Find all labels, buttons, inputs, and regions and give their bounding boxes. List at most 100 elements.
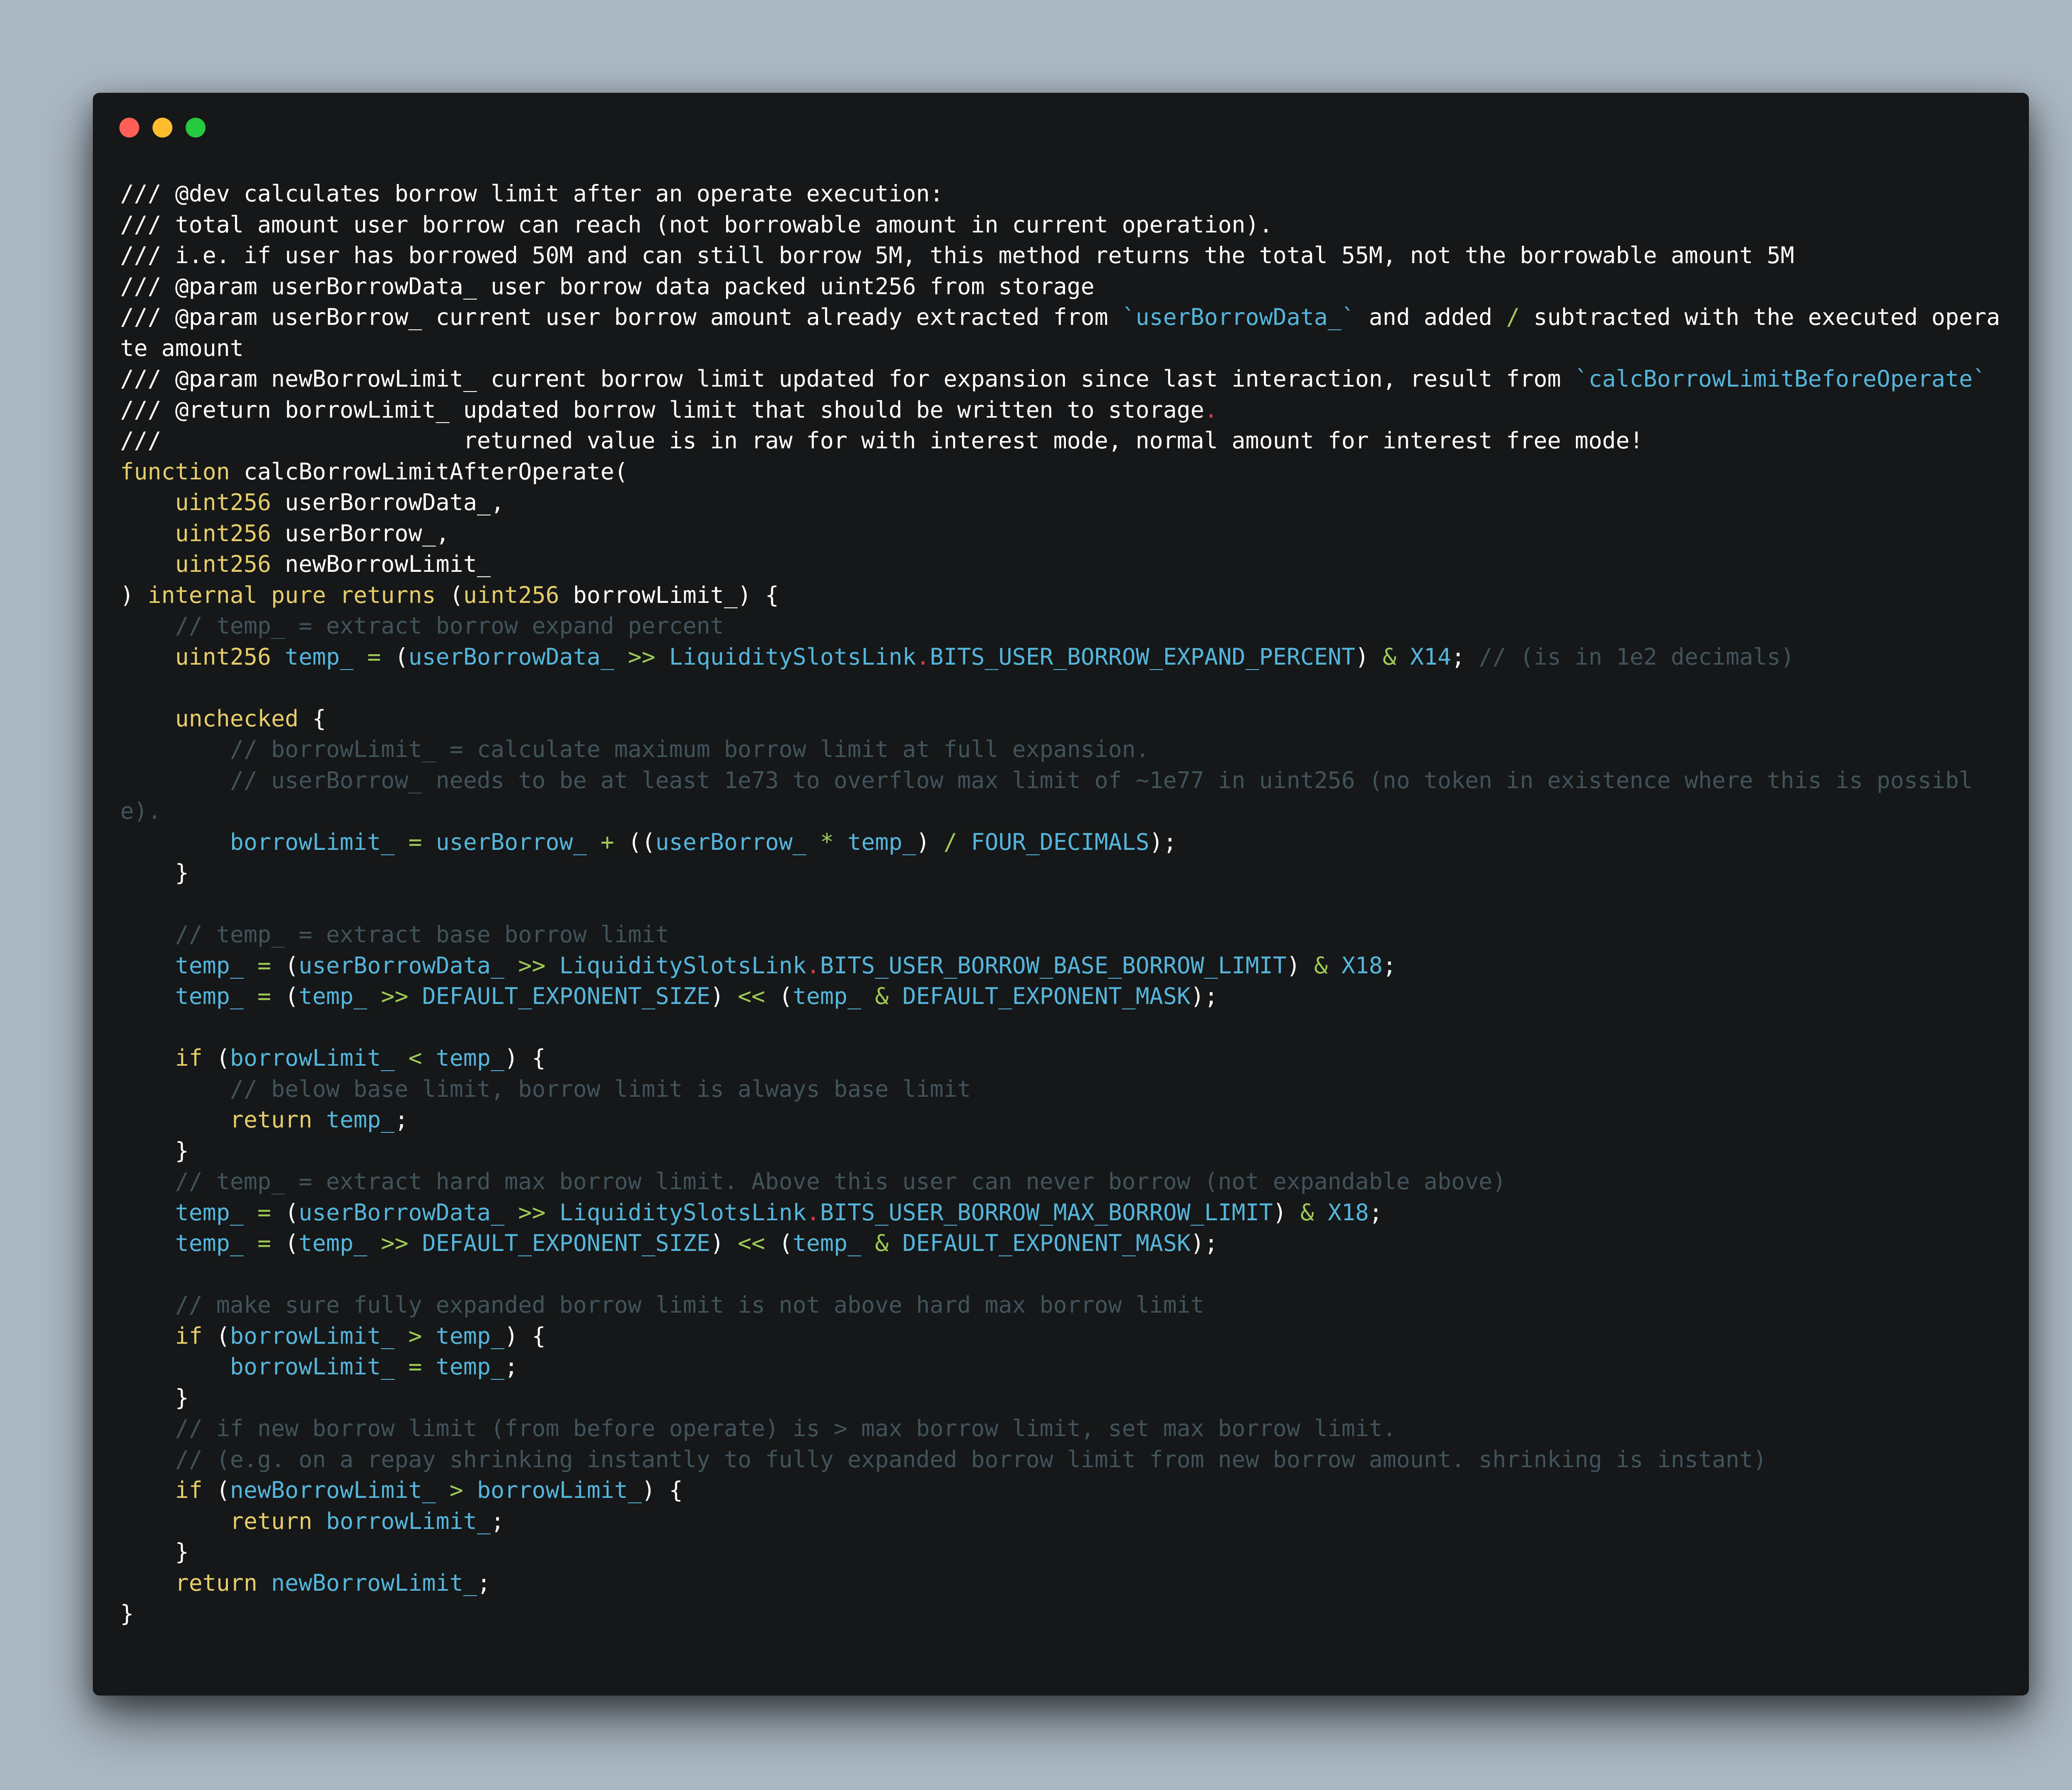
code-identifier: temp_ <box>285 643 353 670</box>
code-comment: // make sure fully expanded borrow limit… <box>175 1292 1204 1318</box>
code-keyword: function <box>120 458 230 485</box>
code-text: ) { <box>504 1322 546 1349</box>
code-punctuation: . <box>916 643 930 670</box>
close-dot-icon[interactable] <box>119 118 139 138</box>
code-identifier: X18 <box>1328 1199 1369 1226</box>
code-text: ; <box>504 1353 518 1380</box>
code-line: // (e.g. on a repay shrinking instantly … <box>120 1444 2010 1475</box>
code-identifier: temp_ <box>175 1230 244 1256</box>
code-text: ( <box>202 1477 230 1503</box>
code-block: /// @dev calculates borrow limit after a… <box>120 178 2010 1629</box>
code-text: ; <box>1369 1199 1383 1226</box>
code-identifier: temp_ <box>175 952 244 979</box>
code-keyword: returns <box>339 581 436 608</box>
code-comment: // (is in 1e2 decimals) <box>1479 643 1794 670</box>
code-line: unchecked { <box>120 703 2010 734</box>
code-operator: << <box>738 1230 765 1256</box>
code-operator: & <box>1382 643 1397 670</box>
code-text: ) <box>916 828 944 855</box>
code-operator: > <box>408 1322 422 1349</box>
code-line: /// @param userBorrowData_ user borrow d… <box>120 271 2010 302</box>
code-text: ) <box>1286 952 1314 979</box>
code-operator: = <box>257 983 271 1009</box>
code-operator: / <box>1506 304 1520 330</box>
code-text: ; <box>1382 952 1397 979</box>
code-identifier: temp_ <box>298 983 368 1009</box>
code-line: // below base limit, borrow limit is alw… <box>120 1074 2010 1105</box>
code-identifier: temp_ <box>298 1230 368 1256</box>
code-keyword: pure <box>271 581 326 608</box>
code-identifier: temp_ <box>847 828 916 855</box>
minimize-dot-icon[interactable] <box>152 118 172 138</box>
code-identifier: DEFAULT_EXPONENT_SIZE <box>422 983 710 1009</box>
code-text: ) { <box>504 1045 546 1071</box>
zoom-dot-icon[interactable] <box>186 118 206 138</box>
code-line: /// total amount user borrow can reach (… <box>120 209 2010 240</box>
code-operator: & <box>1300 1199 1314 1226</box>
code-line: } <box>120 1536 2010 1567</box>
code-operator: >> <box>518 952 546 979</box>
code-line: if (borrowLimit_ > temp_) { <box>120 1321 2010 1352</box>
code-line: borrowLimit_ = userBorrow_ + ((userBorro… <box>120 827 2010 858</box>
code-comment: // userBorrow_ needs to be at least 1e73… <box>120 767 1973 825</box>
code-operator: + <box>600 828 615 855</box>
code-text: /// @param userBorrowData_ user borrow d… <box>120 273 1095 300</box>
code-keyword: uint256 <box>175 520 271 547</box>
code-identifier: temp_ <box>436 1353 505 1380</box>
code-keyword: return <box>230 1106 312 1133</box>
code-window: /// @dev calculates borrow limit after a… <box>93 93 2029 1696</box>
code-identifier: LiquiditySlotsLink <box>669 643 916 670</box>
code-identifier: borrowLimit_ <box>230 1353 395 1380</box>
code-line: /// @dev calculates borrow limit after a… <box>120 178 2010 209</box>
code-comment: // temp_ = extract base borrow limit <box>175 921 669 948</box>
code-comment: // (e.g. on a repay shrinking instantly … <box>175 1446 1767 1473</box>
code-comment: // temp_ = extract borrow expand percent <box>175 612 724 639</box>
code-line: return newBorrowLimit_; <box>120 1567 2010 1599</box>
code-text: ( <box>271 952 299 979</box>
code-text: ( <box>202 1322 230 1349</box>
code-line: temp_ = (userBorrowData_ >> LiquiditySlo… <box>120 1197 2010 1228</box>
code-line: } <box>120 1382 2010 1413</box>
code-text: } <box>120 859 189 886</box>
code-line: /// @param userBorrow_ current user borr… <box>120 302 2010 363</box>
code-identifier: userBorrowData_ <box>408 643 615 670</box>
code-text: ( <box>765 1230 793 1256</box>
code-operator: << <box>738 983 765 1009</box>
code-identifier: borrowLimit_ <box>477 1477 642 1503</box>
code-line: uint256 newBorrowLimit_ <box>120 549 2010 580</box>
code-text: ) <box>710 1230 738 1256</box>
code-keyword: internal <box>148 581 258 608</box>
code-comment: // below base limit, borrow limit is alw… <box>230 1075 971 1102</box>
code-text: ) <box>710 983 738 1009</box>
code-identifier: temp_ <box>436 1322 505 1349</box>
code-operator: & <box>875 983 889 1009</box>
code-line: borrowLimit_ = temp_; <box>120 1351 2010 1382</box>
code-text: /// @return borrowLimit_ updated borrow … <box>120 396 1204 423</box>
code-line: uint256 userBorrowData_, <box>120 487 2010 518</box>
code-identifier: userBorrow_ <box>655 828 806 855</box>
code-line: } <box>120 1135 2010 1166</box>
